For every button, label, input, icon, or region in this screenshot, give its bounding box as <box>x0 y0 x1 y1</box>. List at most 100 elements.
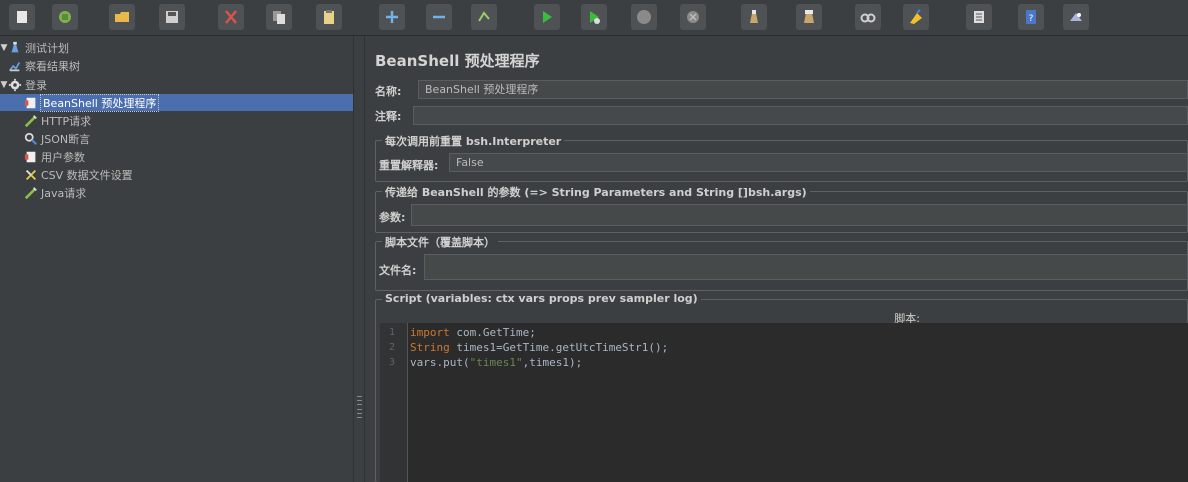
toggle-icon <box>478 11 490 22</box>
tree-item[interactable]: HTTP请求 <box>24 112 91 129</box>
preprocessor-icon <box>24 150 38 164</box>
preprocessor-icon <box>24 96 38 110</box>
filename-field[interactable] <box>424 254 1188 280</box>
paste-button[interactable] <box>316 4 342 30</box>
splitter-grip-icon[interactable] <box>357 396 362 418</box>
line-number-gutter: 1 2 3 <box>380 323 408 482</box>
name-field[interactable]: BeanShell 预处理程序 <box>418 80 1188 99</box>
script-header: 脚本: <box>894 312 920 325</box>
expand-icon <box>386 11 398 23</box>
collapse-icon <box>433 15 445 19</box>
filename-label: 文件名: <box>379 264 417 277</box>
reset-interpreter-field[interactable]: False <box>449 153 1188 172</box>
reset-interpreter-label: 重置解释器: <box>379 159 439 172</box>
line-number: 1 <box>388 327 396 338</box>
clear-all-button[interactable] <box>796 4 822 30</box>
results-tree-icon <box>8 59 22 73</box>
expand-button[interactable] <box>379 4 405 30</box>
code-token: com.GetTime; <box>449 326 536 339</box>
new-icon <box>17 11 27 23</box>
tree-item-label: CSV 数据文件设置 <box>41 168 133 182</box>
parameters-label: 参数: <box>379 211 406 224</box>
open-icon <box>115 12 129 22</box>
tree-item[interactable]: ▼ 测试计划 <box>0 39 69 56</box>
cut-button[interactable] <box>218 4 244 30</box>
sampler-icon <box>24 114 38 128</box>
function-helper-button[interactable] <box>966 4 992 30</box>
tree-item-label: HTTP请求 <box>41 114 92 128</box>
reset-search-icon <box>910 9 922 24</box>
code-token: times1=GetTime.getUtcTimeStr1(); <box>449 341 669 354</box>
start-no-pause-button[interactable] <box>581 4 607 30</box>
cut-icon <box>225 10 237 24</box>
clear-all-icon <box>804 10 814 23</box>
code-line[interactable]: import com.GetTime; <box>410 326 536 339</box>
script-editor[interactable]: 1 2 3 import com.GetTime; String times1=Get… <box>380 323 1188 482</box>
toggle-button[interactable] <box>471 4 497 30</box>
stop-button[interactable] <box>631 4 657 30</box>
sampler-icon <box>24 186 38 200</box>
remote-button[interactable] <box>1063 4 1089 30</box>
expand-toggle-icon[interactable]: ▼ <box>0 80 8 90</box>
save-icon <box>166 11 178 23</box>
parameters-field[interactable] <box>411 204 1188 226</box>
code-token: String <box>410 341 450 354</box>
start-no-pause-icon <box>590 11 600 24</box>
code-line[interactable]: String times1=GetTime.getUtcTimeStr1(); <box>410 341 668 354</box>
tree-item-label: JSON断言 <box>41 132 91 146</box>
tree-item[interactable]: JSON断言 <box>24 130 90 147</box>
code-token: vars.put( <box>410 356 470 369</box>
thread-group-icon <box>8 78 22 92</box>
tree-item[interactable]: ▼ 登录 <box>0 76 47 93</box>
tree-item[interactable]: BeanShell 预处理程序 <box>24 93 160 112</box>
open-button[interactable] <box>109 4 135 30</box>
help-icon: ? <box>1026 10 1036 24</box>
tree-item-label: 登录 <box>25 78 47 92</box>
clear-icon <box>750 10 758 23</box>
script-file-title: 脚本文件（覆盖脚本） <box>382 234 498 250</box>
line-number: 2 <box>388 342 396 353</box>
reset-search-button[interactable] <box>903 4 929 30</box>
code-token: import <box>410 326 450 339</box>
search-icon <box>860 13 876 23</box>
clear-button[interactable] <box>741 4 767 30</box>
tree-item-label: Java请求 <box>41 186 87 200</box>
panel-splitter[interactable] <box>353 36 365 482</box>
element-editor-panel: BeanShell 预处理程序 名称: BeanShell 预处理程序 注释: … <box>365 36 1188 482</box>
expand-toggle-icon[interactable]: ▼ <box>0 43 8 53</box>
page-title: BeanShell 预处理程序 <box>375 52 540 70</box>
svg-text:?: ? <box>1029 14 1034 24</box>
templates-button[interactable] <box>52 4 78 30</box>
assertion-icon <box>24 132 38 146</box>
collapse-button[interactable] <box>426 4 452 30</box>
tree-item-label: 用户参数 <box>41 150 85 164</box>
search-button[interactable] <box>855 4 881 30</box>
function-helper-icon <box>974 11 984 23</box>
code-line[interactable]: vars.put("times1",times1); <box>410 356 582 369</box>
save-button[interactable] <box>159 4 185 30</box>
test-plan-icon <box>8 41 22 55</box>
comment-field[interactable] <box>413 106 1188 125</box>
new-button[interactable] <box>9 4 35 30</box>
line-number: 3 <box>388 357 396 368</box>
tree-item-label: 察看结果树 <box>25 59 80 73</box>
templates-icon <box>59 11 71 23</box>
parameters-title: 传递给 BeanShell 的参数 (=> String Parameters … <box>382 184 810 200</box>
tree-item[interactable]: CSV 数据文件设置 <box>24 166 133 183</box>
tree-item[interactable]: 用户参数 <box>24 148 85 165</box>
tree-item[interactable]: Java请求 <box>24 184 86 201</box>
start-icon <box>543 11 552 23</box>
help-button[interactable]: ? <box>1018 4 1044 30</box>
start-button[interactable] <box>534 4 560 30</box>
tree-item-label: 测试计划 <box>25 41 69 55</box>
tree-item[interactable]: 察看结果树 <box>8 57 80 74</box>
config-icon <box>24 168 38 182</box>
comment-label: 注释: <box>375 110 402 123</box>
stop-icon <box>637 10 651 24</box>
shutdown-button[interactable] <box>680 4 706 30</box>
copy-button[interactable] <box>266 4 292 30</box>
paste-icon <box>324 10 334 24</box>
tree-item-label: BeanShell 预处理程序 <box>39 93 160 112</box>
remote-icon <box>1070 13 1082 21</box>
name-label: 名称: <box>375 85 402 98</box>
